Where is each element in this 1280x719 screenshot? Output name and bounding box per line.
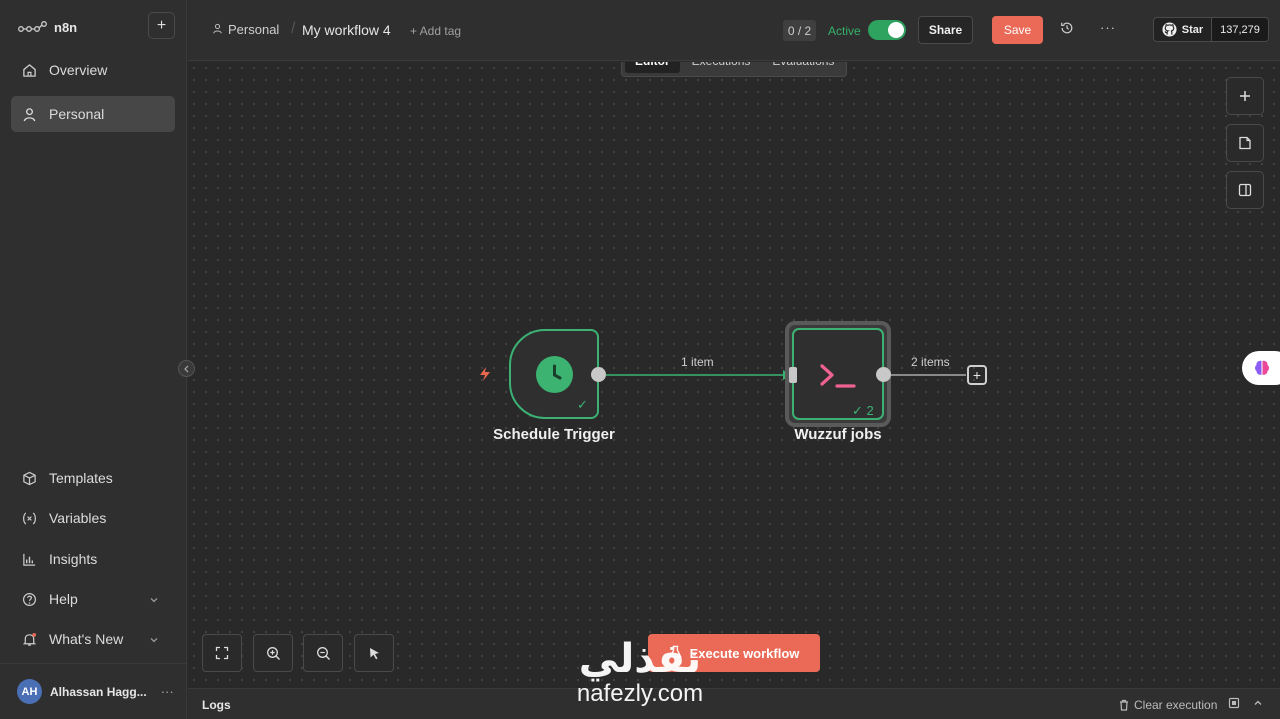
chart-icon: [22, 552, 37, 567]
trigger-bolt-icon: [478, 366, 492, 387]
add-next-node-button[interactable]: +: [967, 365, 987, 385]
execute-workflow-button[interactable]: Execute workflow: [648, 634, 820, 672]
clear-execution-button[interactable]: Clear execution: [1118, 698, 1217, 712]
chevron-down-icon: [149, 592, 159, 608]
user-icon: [212, 22, 223, 37]
wuzzuf-jobs-label: Wuzzuf jobs: [794, 426, 882, 443]
header: Personal / My workflow 4 + Add tag 0 / 2…: [188, 0, 1140, 61]
sidebar-item-help[interactable]: Help: [11, 581, 175, 617]
more-options-icon[interactable]: ···: [1100, 20, 1116, 35]
code-input-handle[interactable]: [789, 367, 797, 383]
user-name: Alhassan Hagg...: [50, 684, 147, 699]
logs-title: Logs: [202, 698, 231, 712]
popout-icon[interactable]: [1228, 697, 1240, 709]
chevron-down-icon: [149, 632, 159, 648]
tidy-up-button[interactable]: [354, 634, 394, 672]
save-button[interactable]: Save: [992, 16, 1043, 44]
sidebar-item-overview[interactable]: Overview: [11, 52, 175, 88]
n8n-logo-icon: [18, 21, 47, 32]
success-count-badge: ✓ 2: [852, 403, 874, 418]
active-label: Active: [828, 24, 861, 38]
flask-icon: [668, 645, 682, 661]
sidebar-item-label: What's New: [49, 631, 124, 647]
magic-wand-icon: [369, 647, 379, 659]
logs-panel[interactable]: Logs Clear execution: [188, 688, 1280, 719]
app-window: n8n + Overview Personal Templates Variab…: [0, 0, 1280, 719]
sidebar-item-personal[interactable]: Personal: [11, 96, 175, 132]
variable-icon: [22, 511, 37, 526]
tab-evaluations[interactable]: Evaluations: [762, 62, 844, 73]
sidebar-item-templates[interactable]: Templates: [11, 460, 175, 496]
brand-name: n8n: [54, 19, 78, 35]
trigger-output-handle[interactable]: [591, 367, 606, 382]
avatar: AH: [17, 679, 42, 704]
connections-layer: [606, 370, 966, 380]
brand-logo[interactable]: n8n: [18, 18, 77, 36]
bell-icon: [22, 632, 37, 647]
fit-view-icon: [215, 646, 229, 660]
sidebar-item-label: Templates: [49, 470, 113, 486]
production-checklist-badge[interactable]: 0 / 2: [783, 20, 816, 41]
share-button[interactable]: Share: [918, 16, 973, 44]
clock-icon: [536, 356, 573, 393]
add-tag-button[interactable]: + Add tag: [410, 24, 461, 38]
zoom-out-button[interactable]: [303, 634, 343, 672]
github-area: Star 137,279: [1140, 0, 1280, 61]
sidebar-item-whats-new[interactable]: What's New: [11, 621, 175, 657]
box-icon: [22, 471, 37, 486]
zoom-in-icon: [266, 646, 280, 660]
breadcrumb-separator: /: [291, 20, 296, 37]
code-node-body: ✓ 2: [792, 328, 884, 420]
workflow-canvas[interactable]: Editor Executions Evaluations: [188, 62, 1280, 688]
collapse-sidebar-button[interactable]: [178, 360, 195, 377]
tab-executions[interactable]: Executions: [682, 62, 761, 73]
zoom-out-icon: [316, 646, 330, 660]
toggle-knob: [888, 22, 904, 38]
sidebar-item-variables[interactable]: Variables: [11, 500, 175, 536]
user-icon: [22, 107, 37, 122]
github-star-button[interactable]: Star 137,279: [1153, 17, 1269, 42]
home-icon: [22, 63, 37, 78]
sidebar-item-insights[interactable]: Insights: [11, 541, 175, 577]
edge-label-second: 2 items: [911, 355, 950, 369]
fit-view-button[interactable]: [202, 634, 242, 672]
sidebar-item-label: Overview: [49, 62, 108, 78]
schedule-trigger-node[interactable]: ✓: [509, 329, 599, 419]
view-tabs: Editor Executions Evaluations: [621, 62, 847, 77]
breadcrumb[interactable]: Personal: [212, 22, 279, 37]
sidebar-item-label: Personal: [49, 106, 105, 122]
help-icon: [22, 592, 37, 607]
zoom-in-button[interactable]: [253, 634, 293, 672]
breadcrumb-project: Personal: [228, 22, 280, 37]
schedule-trigger-label: Schedule Trigger: [493, 426, 615, 443]
create-button[interactable]: +: [148, 12, 175, 39]
github-icon: [1162, 22, 1177, 37]
history-icon[interactable]: [1060, 21, 1074, 40]
clear-execution-label: Clear execution: [1134, 698, 1218, 712]
edge-label-first: 1 item: [681, 355, 714, 369]
workflow-title[interactable]: My workflow 4: [302, 22, 391, 38]
chevron-up-icon[interactable]: [1252, 697, 1264, 709]
tab-editor[interactable]: Editor: [625, 62, 680, 73]
success-check-icon: ✓: [577, 397, 588, 412]
trash-icon: [1120, 699, 1128, 711]
github-star: Star: [1154, 18, 1211, 41]
code-output-handle[interactable]: [876, 367, 891, 382]
active-toggle[interactable]: [868, 20, 906, 40]
sidebar-item-label: Help: [49, 591, 78, 607]
logs-actions: [1228, 697, 1264, 709]
user-menu[interactable]: AH Alhassan Hagg... ···: [0, 663, 187, 719]
sidebar-item-label: Insights: [49, 551, 98, 567]
user-more-icon[interactable]: ···: [161, 684, 174, 699]
github-star-count: 137,279: [1211, 18, 1268, 41]
sidebar-item-label: Variables: [49, 510, 107, 526]
sidebar: n8n + Overview Personal Templates Variab…: [0, 0, 187, 719]
execute-workflow-label: Execute workflow: [689, 645, 800, 661]
github-star-label: Star: [1181, 23, 1204, 36]
